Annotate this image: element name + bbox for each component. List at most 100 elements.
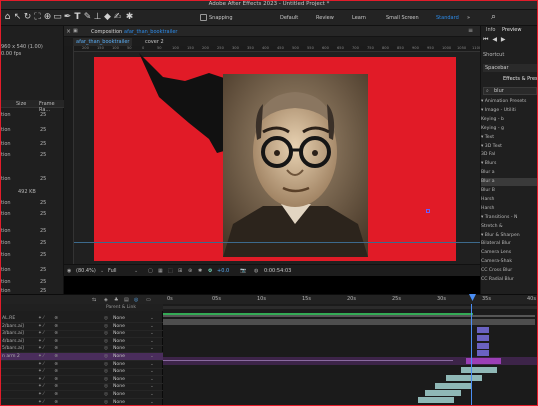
tab-effects-presets[interactable]: Effects & Pres [503, 76, 538, 82]
exposure-value[interactable]: +0.0 [217, 268, 229, 274]
region-of-interest-icon[interactable]: ▢ [148, 268, 153, 274]
workspace-review[interactable]: Review [316, 15, 334, 21]
lock-icon[interactable]: ▣ [73, 28, 78, 34]
workspace-small-screen[interactable]: Small Screen [386, 15, 419, 21]
frame-blending-icon[interactable]: ▤ [124, 297, 129, 303]
composition-canvas[interactable] [94, 53, 456, 261]
timeline-track-area[interactable] [163, 304, 538, 406]
zoom-level[interactable]: (80.4%) [76, 268, 96, 274]
parent-select[interactable]: None [113, 399, 125, 406]
search-icon[interactable]: ⌕ [488, 12, 499, 23]
layer-bar[interactable] [425, 390, 461, 396]
portrait-photo[interactable] [223, 74, 368, 257]
guide-line[interactable] [74, 242, 480, 243]
effects-tree-item[interactable]: Harsh [481, 196, 538, 204]
effects-tree-item[interactable]: Keying - b [481, 116, 538, 124]
workspace-learn[interactable]: Learn [352, 15, 366, 21]
panel-menu-icon[interactable]: ≡ [468, 27, 473, 34]
project-row[interactable]: tion 25 [0, 152, 64, 161]
transparency-grid-icon[interactable]: ▦ [158, 268, 163, 274]
shy-layers-icon[interactable]: ♣ [114, 297, 118, 303]
project-row[interactable]: 492 KB [0, 189, 64, 198]
effects-tree-item[interactable]: ▾ Image - Utiliti [481, 107, 538, 115]
composition-viewer[interactable] [74, 52, 480, 264]
column-size[interactable]: Size [16, 101, 26, 107]
fast-preview-icon[interactable]: ✱ [198, 268, 202, 274]
puppet-tool-icon[interactable]: ✱ [124, 12, 135, 23]
parent-dropdown-icon[interactable]: ⌄ [150, 399, 154, 406]
roto-brush-tool-icon[interactable]: ✍ [112, 12, 123, 23]
tab-cover-2[interactable]: cover 2 [142, 38, 167, 46]
effects-tree-item[interactable]: Blur a [481, 178, 538, 187]
tab-info[interactable]: Info [486, 27, 495, 33]
layer-bar[interactable] [435, 383, 471, 389]
effects-tree-item[interactable]: ▾ Blur & Sharpen [481, 232, 538, 240]
tab-afar-than-booktrailer[interactable]: afar_than_booktrailer [73, 38, 133, 46]
work-area-bar[interactable] [163, 306, 538, 309]
effects-tree-item[interactable]: Harsh [481, 205, 538, 213]
effects-tree-item[interactable]: Camera Lens [481, 249, 538, 257]
parent-link-header[interactable]: Parent & Link [106, 305, 136, 310]
snapping-checkbox[interactable] [200, 14, 207, 21]
project-row[interactable]: tion 25 [0, 176, 64, 185]
effects-tree-item[interactable]: Blur a [481, 169, 538, 177]
play-icon[interactable]: ◀ [492, 36, 498, 43]
project-row[interactable]: tion 25 [0, 112, 64, 121]
motion-blur-icon[interactable]: ◎ [134, 297, 138, 303]
layer-bar[interactable] [461, 367, 497, 373]
project-row[interactable]: tion 25 [0, 267, 64, 276]
workspace-default[interactable]: Default [280, 15, 298, 21]
effects-tree-item[interactable]: Stretch & [481, 223, 538, 231]
project-row[interactable]: tion 25 [0, 240, 64, 249]
layer-bar[interactable] [418, 397, 454, 403]
effects-tree-item[interactable]: ▾ 3D Text [481, 143, 538, 151]
exposure-icon[interactable]: ⚙ [208, 268, 212, 274]
project-row[interactable]: tion 25 [0, 141, 64, 150]
timecode-display[interactable]: 0:00:54:03 [264, 268, 291, 274]
layer-bar[interactable] [477, 343, 489, 349]
anchor-point-marker[interactable] [426, 209, 430, 213]
always-preview-icon[interactable]: ◉ [67, 268, 71, 274]
tab-preview[interactable]: Preview [502, 27, 521, 33]
composition-name[interactable]: afar_than_booktrailer [124, 29, 177, 35]
zoom-dropdown-icon[interactable]: ⌄ [100, 268, 104, 274]
project-row[interactable]: tion 25 [0, 279, 64, 288]
project-row[interactable]: tion 25 [0, 211, 64, 220]
layer-bar[interactable] [446, 375, 482, 381]
mask-visibility-icon[interactable]: ⬚ [168, 268, 173, 274]
layer-bar[interactable] [477, 350, 489, 356]
effects-tree-item[interactable]: ▾ Text [481, 134, 538, 142]
channel-icon[interactable]: ⊛ [188, 268, 192, 274]
draft-3d-icon[interactable]: ◈ [104, 297, 108, 303]
layer-row[interactable]: ✦ ⁄ ⊗ ◎ None ⌄ [0, 399, 163, 406]
effects-tree-item[interactable]: Keying - g [481, 125, 538, 133]
close-panel-icon[interactable]: × [66, 28, 71, 35]
project-row[interactable]: tion 25 [0, 252, 64, 261]
workspace-standard[interactable]: Standard [436, 15, 459, 21]
layer-bar[interactable] [163, 319, 535, 325]
project-row[interactable]: tion 25 [0, 200, 64, 209]
parent-pickwhip-icon[interactable]: ◎ [104, 399, 108, 406]
effects-tree-item[interactable]: ▾ Transitions - N [481, 214, 538, 222]
effects-tree-item[interactable]: Camera-Shak [481, 258, 538, 266]
effects-search-input[interactable]: ⌕ blur [483, 87, 537, 95]
graph-editor-icon[interactable]: ▭ [146, 297, 151, 303]
show-snapshot-icon[interactable]: ◍ [254, 268, 258, 274]
first-frame-icon[interactable]: ⏮ [483, 36, 489, 43]
project-row[interactable]: tion 25 [0, 228, 64, 237]
effects-tree-item[interactable]: Blur B [481, 187, 538, 195]
layer-bar[interactable] [477, 327, 489, 333]
layer-bar[interactable] [477, 335, 489, 341]
grid-guide-options-icon[interactable]: ⊞ [178, 268, 182, 274]
current-time-indicator[interactable] [471, 304, 472, 406]
resolution-dropdown-icon[interactable]: ⌄ [134, 268, 138, 274]
effects-tree-item[interactable]: CC Cross Blur [481, 267, 538, 275]
effects-tree-item[interactable]: 3D Fal [481, 151, 538, 159]
effects-tree-item[interactable]: ▾ Blurs [481, 160, 538, 168]
shortcut-select[interactable]: Spacebar [483, 64, 537, 72]
effects-tree-item[interactable]: CC Radial Blur [481, 276, 538, 284]
workspace-menu-icon[interactable]: » [467, 15, 470, 21]
effects-tree-item[interactable]: ▾ Animation Presets [481, 98, 538, 106]
last-frame-icon[interactable]: ▶ [501, 36, 507, 43]
project-row[interactable]: tion 25 [0, 127, 64, 136]
